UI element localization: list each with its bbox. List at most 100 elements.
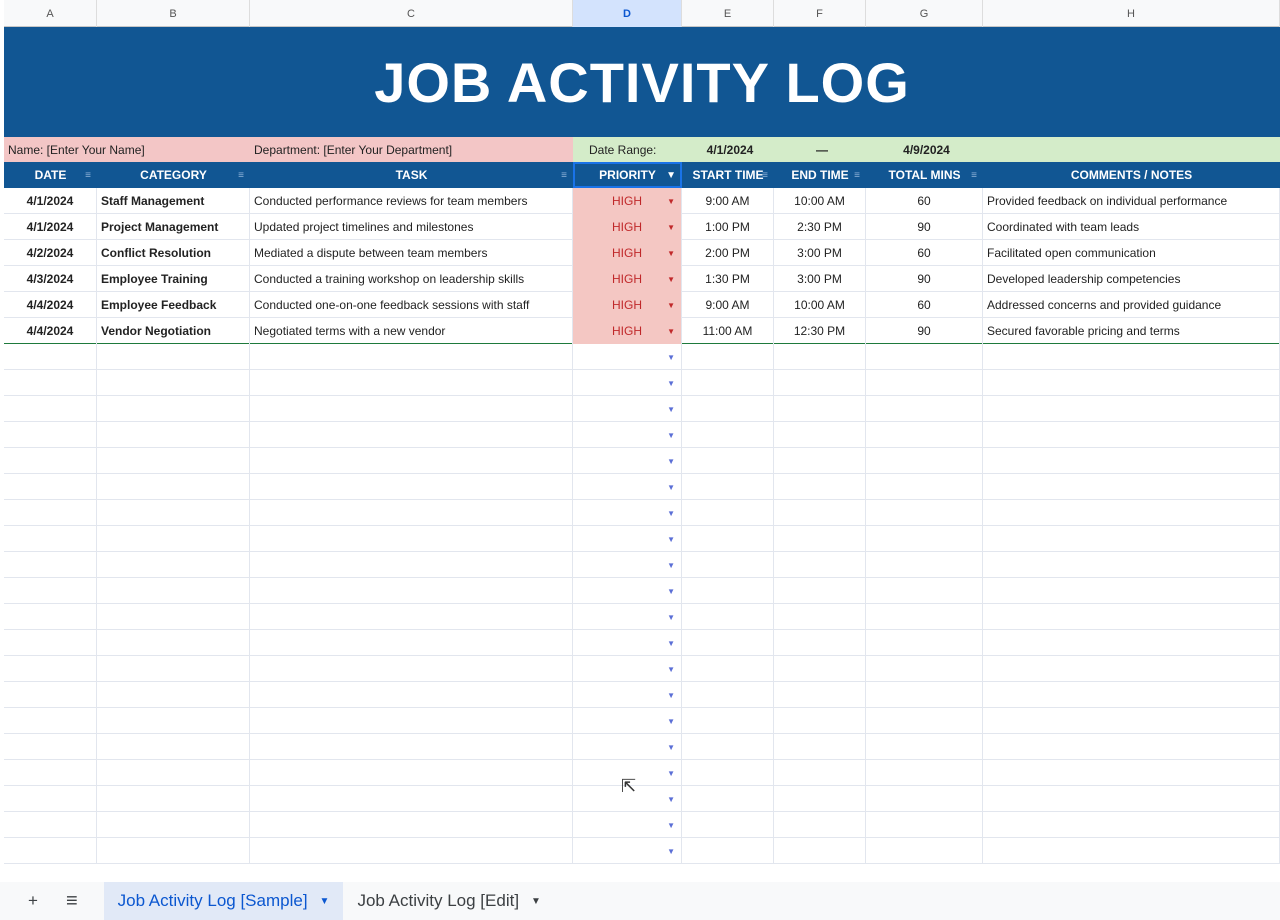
empty-cell[interactable] — [866, 552, 983, 578]
empty-cell[interactable] — [774, 552, 866, 578]
empty-cell[interactable] — [682, 630, 774, 656]
empty-cell[interactable] — [682, 370, 774, 396]
empty-cell[interactable] — [983, 500, 1280, 526]
empty-cell[interactable] — [682, 760, 774, 786]
chevron-down-icon[interactable]: ▼ — [531, 896, 541, 907]
empty-cell[interactable] — [97, 734, 250, 760]
empty-cell[interactable] — [97, 552, 250, 578]
empty-cell[interactable] — [774, 500, 866, 526]
empty-cell[interactable] — [4, 500, 97, 526]
empty-cell[interactable] — [774, 344, 866, 370]
empty-cell[interactable] — [983, 344, 1280, 370]
empty-cell[interactable] — [983, 604, 1280, 630]
column-header-b[interactable]: B — [97, 0, 250, 27]
empty-cell[interactable] — [866, 448, 983, 474]
empty-cell[interactable] — [774, 448, 866, 474]
empty-cell[interactable] — [682, 422, 774, 448]
empty-cell[interactable] — [983, 708, 1280, 734]
empty-cell[interactable]: ▼ — [573, 734, 682, 760]
empty-cell[interactable] — [97, 604, 250, 630]
empty-cell[interactable] — [250, 396, 573, 422]
empty-cell[interactable] — [97, 760, 250, 786]
cell-priority[interactable]: HIGH ▼ — [573, 266, 682, 292]
empty-cell[interactable] — [682, 734, 774, 760]
empty-cell[interactable] — [97, 812, 250, 838]
empty-cell[interactable] — [4, 370, 97, 396]
empty-cell[interactable] — [250, 448, 573, 474]
empty-cell[interactable]: ▼ — [573, 682, 682, 708]
empty-cell[interactable] — [4, 474, 97, 500]
column-header-c[interactable]: C — [250, 0, 573, 27]
empty-cell[interactable] — [774, 396, 866, 422]
empty-cell[interactable] — [682, 786, 774, 812]
cell-priority[interactable]: HIGH ▼ — [573, 292, 682, 318]
empty-cell[interactable] — [866, 786, 983, 812]
empty-cell[interactable]: ▼ — [573, 630, 682, 656]
dropdown-arrow-icon[interactable]: ▼ — [667, 327, 675, 336]
empty-cell[interactable] — [4, 734, 97, 760]
dropdown-arrow-icon[interactable]: ▼ — [667, 197, 675, 206]
date-range-end[interactable]: 4/9/2024 — [866, 137, 983, 162]
empty-cell[interactable] — [97, 682, 250, 708]
empty-cell[interactable] — [774, 630, 866, 656]
dropdown-arrow-icon[interactable]: ▼ — [667, 509, 675, 518]
empty-cell[interactable] — [983, 396, 1280, 422]
empty-cell[interactable] — [97, 344, 250, 370]
empty-cell[interactable]: ▼ — [573, 344, 682, 370]
empty-cell[interactable] — [866, 760, 983, 786]
empty-cell[interactable] — [97, 578, 250, 604]
tab-sample[interactable]: Job Activity Log [Sample] ▼ — [103, 882, 344, 920]
dropdown-arrow-icon[interactable]: ▼ — [667, 431, 675, 440]
empty-cell[interactable]: ▼ — [573, 422, 682, 448]
empty-cell[interactable] — [97, 448, 250, 474]
filter-icon[interactable]: ≡ — [971, 170, 977, 181]
empty-cell[interactable] — [866, 344, 983, 370]
empty-cell[interactable] — [774, 708, 866, 734]
empty-cell[interactable] — [250, 526, 573, 552]
dropdown-arrow-icon[interactable]: ▼ — [667, 821, 675, 830]
empty-cell[interactable] — [983, 630, 1280, 656]
empty-cell[interactable] — [983, 656, 1280, 682]
empty-cell[interactable] — [866, 578, 983, 604]
empty-cell[interactable] — [97, 396, 250, 422]
empty-cell[interactable] — [97, 786, 250, 812]
dropdown-arrow-icon[interactable]: ▼ — [667, 743, 675, 752]
department-cell[interactable]: Department: [Enter Your Department] — [250, 137, 573, 162]
empty-cell[interactable] — [774, 656, 866, 682]
empty-cell[interactable] — [866, 630, 983, 656]
empty-cell[interactable] — [4, 630, 97, 656]
empty-cell[interactable] — [97, 422, 250, 448]
empty-cell[interactable] — [97, 630, 250, 656]
empty-cell[interactable] — [774, 422, 866, 448]
empty-cell[interactable] — [4, 604, 97, 630]
name-cell[interactable]: Name: [Enter Your Name] — [4, 137, 250, 162]
empty-cell[interactable] — [774, 370, 866, 396]
empty-cell[interactable] — [682, 604, 774, 630]
empty-cell[interactable]: ▼ — [573, 812, 682, 838]
empty-cell[interactable] — [250, 656, 573, 682]
empty-cell[interactable] — [774, 838, 866, 864]
empty-cell[interactable] — [866, 474, 983, 500]
column-header-a[interactable]: A — [4, 0, 97, 27]
empty-cell[interactable] — [983, 760, 1280, 786]
cell-priority[interactable]: HIGH ▼ — [573, 240, 682, 266]
dropdown-arrow-icon[interactable]: ▼ — [667, 483, 675, 492]
filter-icon[interactable]: ≡ — [854, 170, 860, 181]
empty-cell[interactable] — [983, 526, 1280, 552]
chevron-down-icon[interactable]: ▼ — [320, 896, 330, 907]
empty-cell[interactable] — [682, 656, 774, 682]
dropdown-arrow-icon[interactable]: ▼ — [667, 457, 675, 466]
empty-cell[interactable] — [97, 708, 250, 734]
empty-cell[interactable] — [4, 344, 97, 370]
empty-cell[interactable]: ▼ — [573, 838, 682, 864]
column-header-e[interactable]: E — [682, 0, 774, 27]
empty-cell[interactable]: ▼ — [573, 578, 682, 604]
empty-cell[interactable] — [4, 812, 97, 838]
dropdown-arrow-icon[interactable]: ▼ — [667, 379, 675, 388]
empty-cell[interactable] — [983, 370, 1280, 396]
empty-cell[interactable] — [250, 604, 573, 630]
empty-cell[interactable] — [4, 760, 97, 786]
filter-icon[interactable]: ≡ — [238, 170, 244, 181]
dropdown-arrow-icon[interactable]: ▼ — [667, 405, 675, 414]
empty-cell[interactable] — [774, 812, 866, 838]
